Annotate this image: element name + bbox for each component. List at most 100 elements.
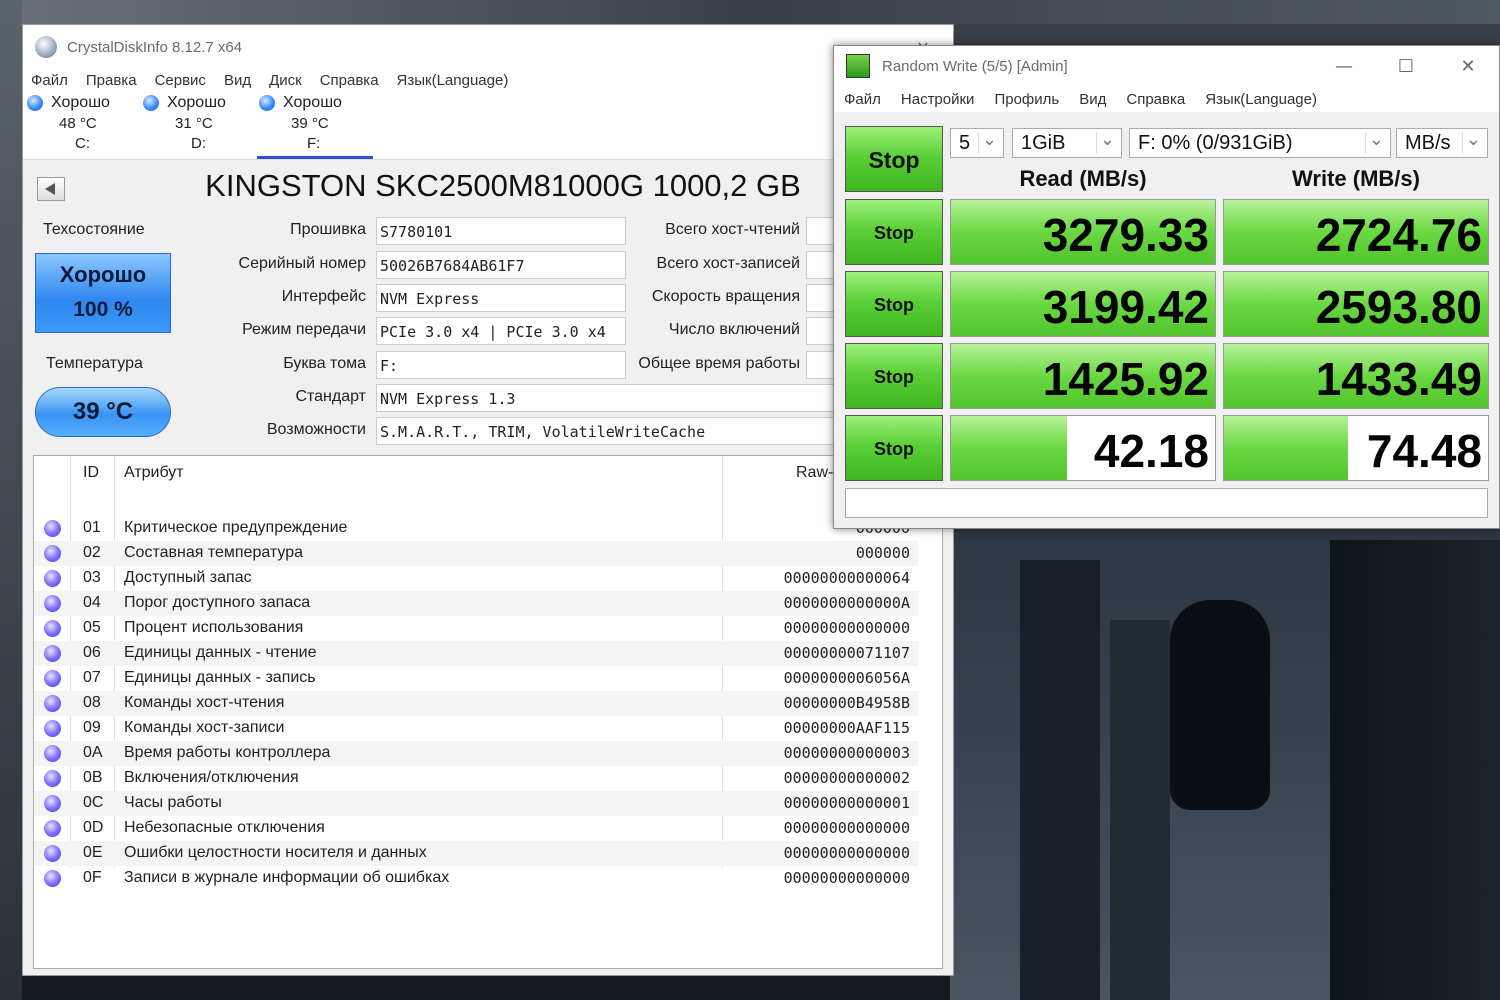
status-dot-icon <box>259 95 275 111</box>
table-row[interactable]: 09 Команды хост-записи 00000000AAF115 <box>34 716 918 741</box>
menu-language[interactable]: Язык(Language) <box>397 72 509 89</box>
drive-value: F: 0% (0/931GiB) <box>1138 132 1293 154</box>
minimize-button[interactable]: — <box>1313 56 1375 77</box>
menu-view[interactable]: Вид <box>1079 91 1106 108</box>
status-dot-icon <box>44 520 61 537</box>
read-result-value: 3199.42 <box>1042 281 1209 333</box>
field-label: Всего хост-чтений <box>665 221 800 238</box>
disk-tab-d[interactable]: Хорошо 31 °C D: <box>141 91 257 159</box>
unit-select[interactable]: MB/s <box>1396 125 1488 158</box>
smart-id: 08 <box>83 694 101 711</box>
standard-field: NVM Express 1.3 <box>376 384 836 412</box>
field-label: Число включений <box>668 321 800 338</box>
disk-status: Хорошо <box>51 94 110 111</box>
menu-settings[interactable]: Настройки <box>901 91 975 108</box>
smart-attribute: Включения/отключения <box>124 769 299 786</box>
write-result-value: 74.48 <box>1366 425 1482 477</box>
status-dot-icon <box>44 545 61 562</box>
drive-select[interactable]: F: 0% (0/931GiB) <box>1129 125 1391 158</box>
table-row[interactable]: 08 Команды хост-чтения 00000000B4958B <box>34 691 918 716</box>
column-header-id[interactable]: ID <box>83 464 99 482</box>
status-dot-icon <box>44 620 61 637</box>
menu-service[interactable]: Сервис <box>155 72 206 89</box>
test-stop-button[interactable]: Stop <box>845 271 943 337</box>
health-percent: 100 % <box>73 298 133 321</box>
previous-disk-arrow-icon[interactable] <box>37 177 65 201</box>
smart-attribute: Единицы данных - запись <box>124 669 316 686</box>
disk-tab-c[interactable]: Хорошо 48 °C C: <box>25 91 141 159</box>
test-stop-button[interactable]: Stop <box>845 199 943 265</box>
write-header: Write (MB/s) <box>1292 166 1420 191</box>
test-count-select[interactable]: 5 <box>950 125 1004 158</box>
test-size-select[interactable]: 1GiB <box>1012 125 1122 158</box>
temperature-badge: 39 °C <box>35 387 171 437</box>
table-row[interactable]: 0A Время работы контроллера 00000000000003 <box>34 741 918 766</box>
cdi-menubar: Файл Правка Сервис Вид Диск Справка Язык… <box>23 69 953 91</box>
background-person <box>1170 600 1270 810</box>
menu-disk[interactable]: Диск <box>269 72 302 89</box>
read-result-bar <box>951 416 1068 480</box>
smart-id: 09 <box>83 719 101 736</box>
write-result-value: 1433.49 <box>1315 353 1482 405</box>
smart-attribute: Доступный запас <box>124 569 252 586</box>
test-stop-button[interactable]: Stop <box>845 415 943 481</box>
table-row[interactable]: 06 Единицы данных - чтение 00000000071107 <box>34 641 918 666</box>
read-result-box: 42.18 <box>950 415 1216 481</box>
firmware-field: S7780101 <box>376 217 626 245</box>
table-row[interactable]: 0B Включения/отключения 00000000000002 <box>34 766 918 791</box>
test-stop-button[interactable]: Stop <box>845 343 943 409</box>
table-row[interactable]: 0C Часы работы 00000000000001 <box>34 791 918 816</box>
table-row[interactable]: 0F Записи в журнале информации об ошибках… <box>34 866 918 891</box>
smart-attribute: Записи в журнале информации об ошибках <box>124 869 450 886</box>
crystaldiskmark-window: Random Write (5/5) [Admin] — ☐ ✕ Файл На… <box>833 45 1500 529</box>
table-row[interactable]: 01Критическое предупреждение000000 <box>34 516 918 541</box>
menu-profile[interactable]: Профиль <box>994 91 1059 108</box>
disk-tab-f[interactable]: Хорошо 39 °C F: <box>257 91 373 159</box>
table-row[interactable]: 07 Единицы данных - запись 0000000006056A <box>34 666 918 691</box>
menu-help[interactable]: Справка <box>320 72 379 89</box>
smart-id: 07 <box>83 669 101 686</box>
cdi-window-title: CrystalDiskInfo 8.12.7 x64 <box>67 38 243 56</box>
menu-help[interactable]: Справка <box>1126 91 1185 108</box>
disk-status: Хорошо <box>283 94 342 111</box>
read-result-box: 3199.42 <box>950 271 1216 337</box>
table-row[interactable]: 0E Ошибки целостности носителя и данных 00… <box>34 841 918 866</box>
status-dot-icon <box>27 95 43 111</box>
disk-status: Хорошо <box>167 94 226 111</box>
status-dot-icon <box>44 570 61 587</box>
power-on-count-field <box>806 317 836 345</box>
menu-view[interactable]: Вид <box>224 72 251 89</box>
health-status-button[interactable]: Хорошо 100 % <box>35 253 171 333</box>
smart-raw-value: 00000000000002 <box>783 769 910 787</box>
stop-all-button[interactable]: Stop <box>845 126 943 192</box>
comment-field[interactable] <box>845 488 1488 518</box>
table-row[interactable]: 03 Доступный запас 00000000000064 <box>34 566 918 591</box>
close-button[interactable]: ✕ <box>1437 56 1499 77</box>
menu-file[interactable]: Файл <box>844 91 881 108</box>
column-header-raw[interactable]: Raw- <box>796 464 833 482</box>
features-field: S.M.A.R.T., TRIM, VolatileWriteCache <box>376 417 836 445</box>
smart-id: 0A <box>83 744 103 761</box>
smart-table[interactable]: ID Атрибут Raw- 01 Критическое предупрежд… <box>33 455 943 969</box>
menu-edit[interactable]: Правка <box>86 72 137 89</box>
table-row[interactable]: 05 Процент использования 00000000000000 <box>34 616 918 641</box>
status-dot-icon <box>143 95 159 111</box>
table-row[interactable]: 02 Составная температура 000000 <box>34 541 918 566</box>
interface-field: NVM Express <box>376 284 626 312</box>
menu-language[interactable]: Язык(Language) <box>1205 91 1317 108</box>
table-row[interactable]: 04 Порог доступного запаса 0000000000000A <box>34 591 918 616</box>
field-label: Возможности <box>266 421 366 438</box>
read-result-value: 42.18 <box>1093 425 1209 477</box>
cdm-titlebar: Random Write (5/5) [Admin] — ☐ ✕ <box>834 46 1499 86</box>
smart-attribute: Процент использования <box>124 619 304 636</box>
write-result-bar <box>1224 416 1349 480</box>
disk-info-icon <box>35 36 57 58</box>
write-result-value: 2724.76 <box>1315 209 1482 261</box>
maximize-button[interactable]: ☐ <box>1375 56 1437 77</box>
smart-raw-value: 00000000071107 <box>783 644 910 662</box>
drive-letter-field: F: <box>376 351 626 379</box>
write-result-box: 2593.80 <box>1223 271 1489 337</box>
table-row[interactable]: 0D Небезопасные отключения 00000000000000 <box>34 816 918 841</box>
menu-file[interactable]: Файл <box>31 72 68 89</box>
column-header-attribute[interactable]: Атрибут <box>124 464 184 482</box>
